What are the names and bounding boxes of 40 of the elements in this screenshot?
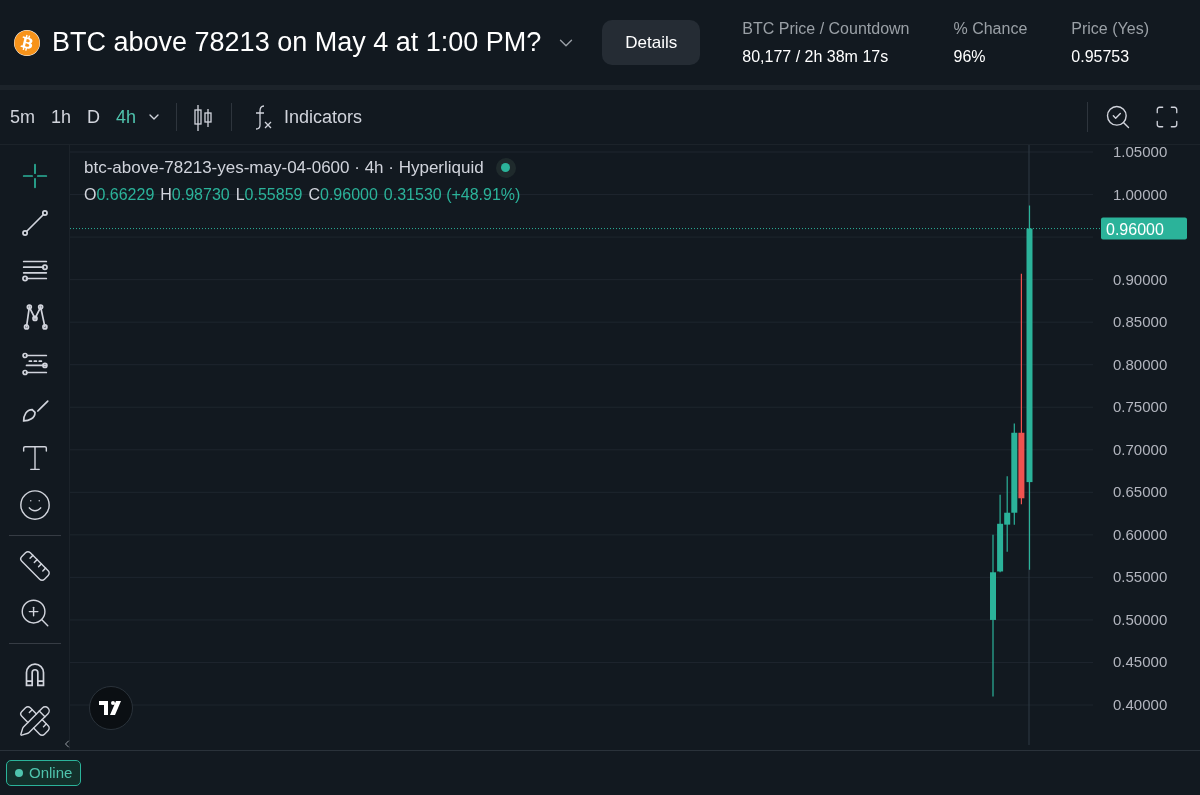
smiley-icon[interactable]	[17, 488, 52, 522]
change-value: 0.31530 (+48.91%)	[383, 184, 521, 205]
stat-value: 96%	[953, 46, 987, 67]
stat-value: 0.95753	[1071, 46, 1131, 67]
ohlc-value: O0.66229	[84, 184, 155, 205]
price-axis-label: 0.80000	[1113, 355, 1168, 373]
stat-value: 80,177 / 2h 38m 17s	[742, 46, 890, 67]
ruler-icon[interactable]	[17, 549, 52, 583]
price-axis-label: 0.60000	[1113, 525, 1168, 543]
price-axis-label: 0.65000	[1113, 483, 1168, 501]
fullscreen-icon[interactable]	[1154, 104, 1180, 130]
symbol-legend: btc-above-78213-yes-may-04-0600 · 4h · Hyperliquid	[84, 155, 484, 181]
bitcoin-icon	[14, 29, 40, 56]
price-axis-label: 1.00000	[1113, 185, 1168, 203]
price-axis-label: 0.70000	[1113, 440, 1168, 458]
price-axis-label: 1.05000	[1113, 145, 1168, 160]
interval-tab[interactable]: 1h	[51, 103, 72, 131]
pencil-ruler-icon[interactable]	[17, 704, 52, 738]
market-title: BTC above 78213 on May 4 at 1:00 PM?	[52, 26, 542, 60]
indicators-button[interactable]: Indicators	[252, 103, 363, 131]
online-status-badge: Online	[6, 760, 82, 786]
interval-tab[interactable]: 4h	[116, 103, 137, 131]
price-axis-label: 0.45000	[1113, 653, 1168, 671]
price-axis-label: 0.50000	[1113, 610, 1168, 628]
price-axis-label: 0.85000	[1113, 313, 1168, 331]
stat-label: BTC Price / Countdown	[742, 18, 910, 39]
stat-label: % Chance	[953, 18, 1028, 39]
price-axis-label: 0.40000	[1113, 696, 1168, 713]
price-axis-label: 0.90000	[1113, 270, 1168, 288]
price-axis-label: 0.55000	[1113, 568, 1168, 586]
ohlc-value: C0.96000	[308, 184, 378, 205]
stat-label: Price (Yes)	[1071, 18, 1149, 39]
ohlc-value: L0.55859	[235, 184, 303, 205]
interval-tab[interactable]: D	[87, 103, 101, 131]
ohlc-value: H0.98730	[160, 184, 230, 205]
last-price-badge: 0.96000	[1101, 217, 1187, 240]
price-axis-label: 0.75000	[1113, 398, 1168, 416]
interval-tab[interactable]: 5m	[10, 103, 35, 131]
details-button[interactable]: Details	[602, 20, 701, 65]
quick-search-icon[interactable]	[1104, 103, 1132, 131]
